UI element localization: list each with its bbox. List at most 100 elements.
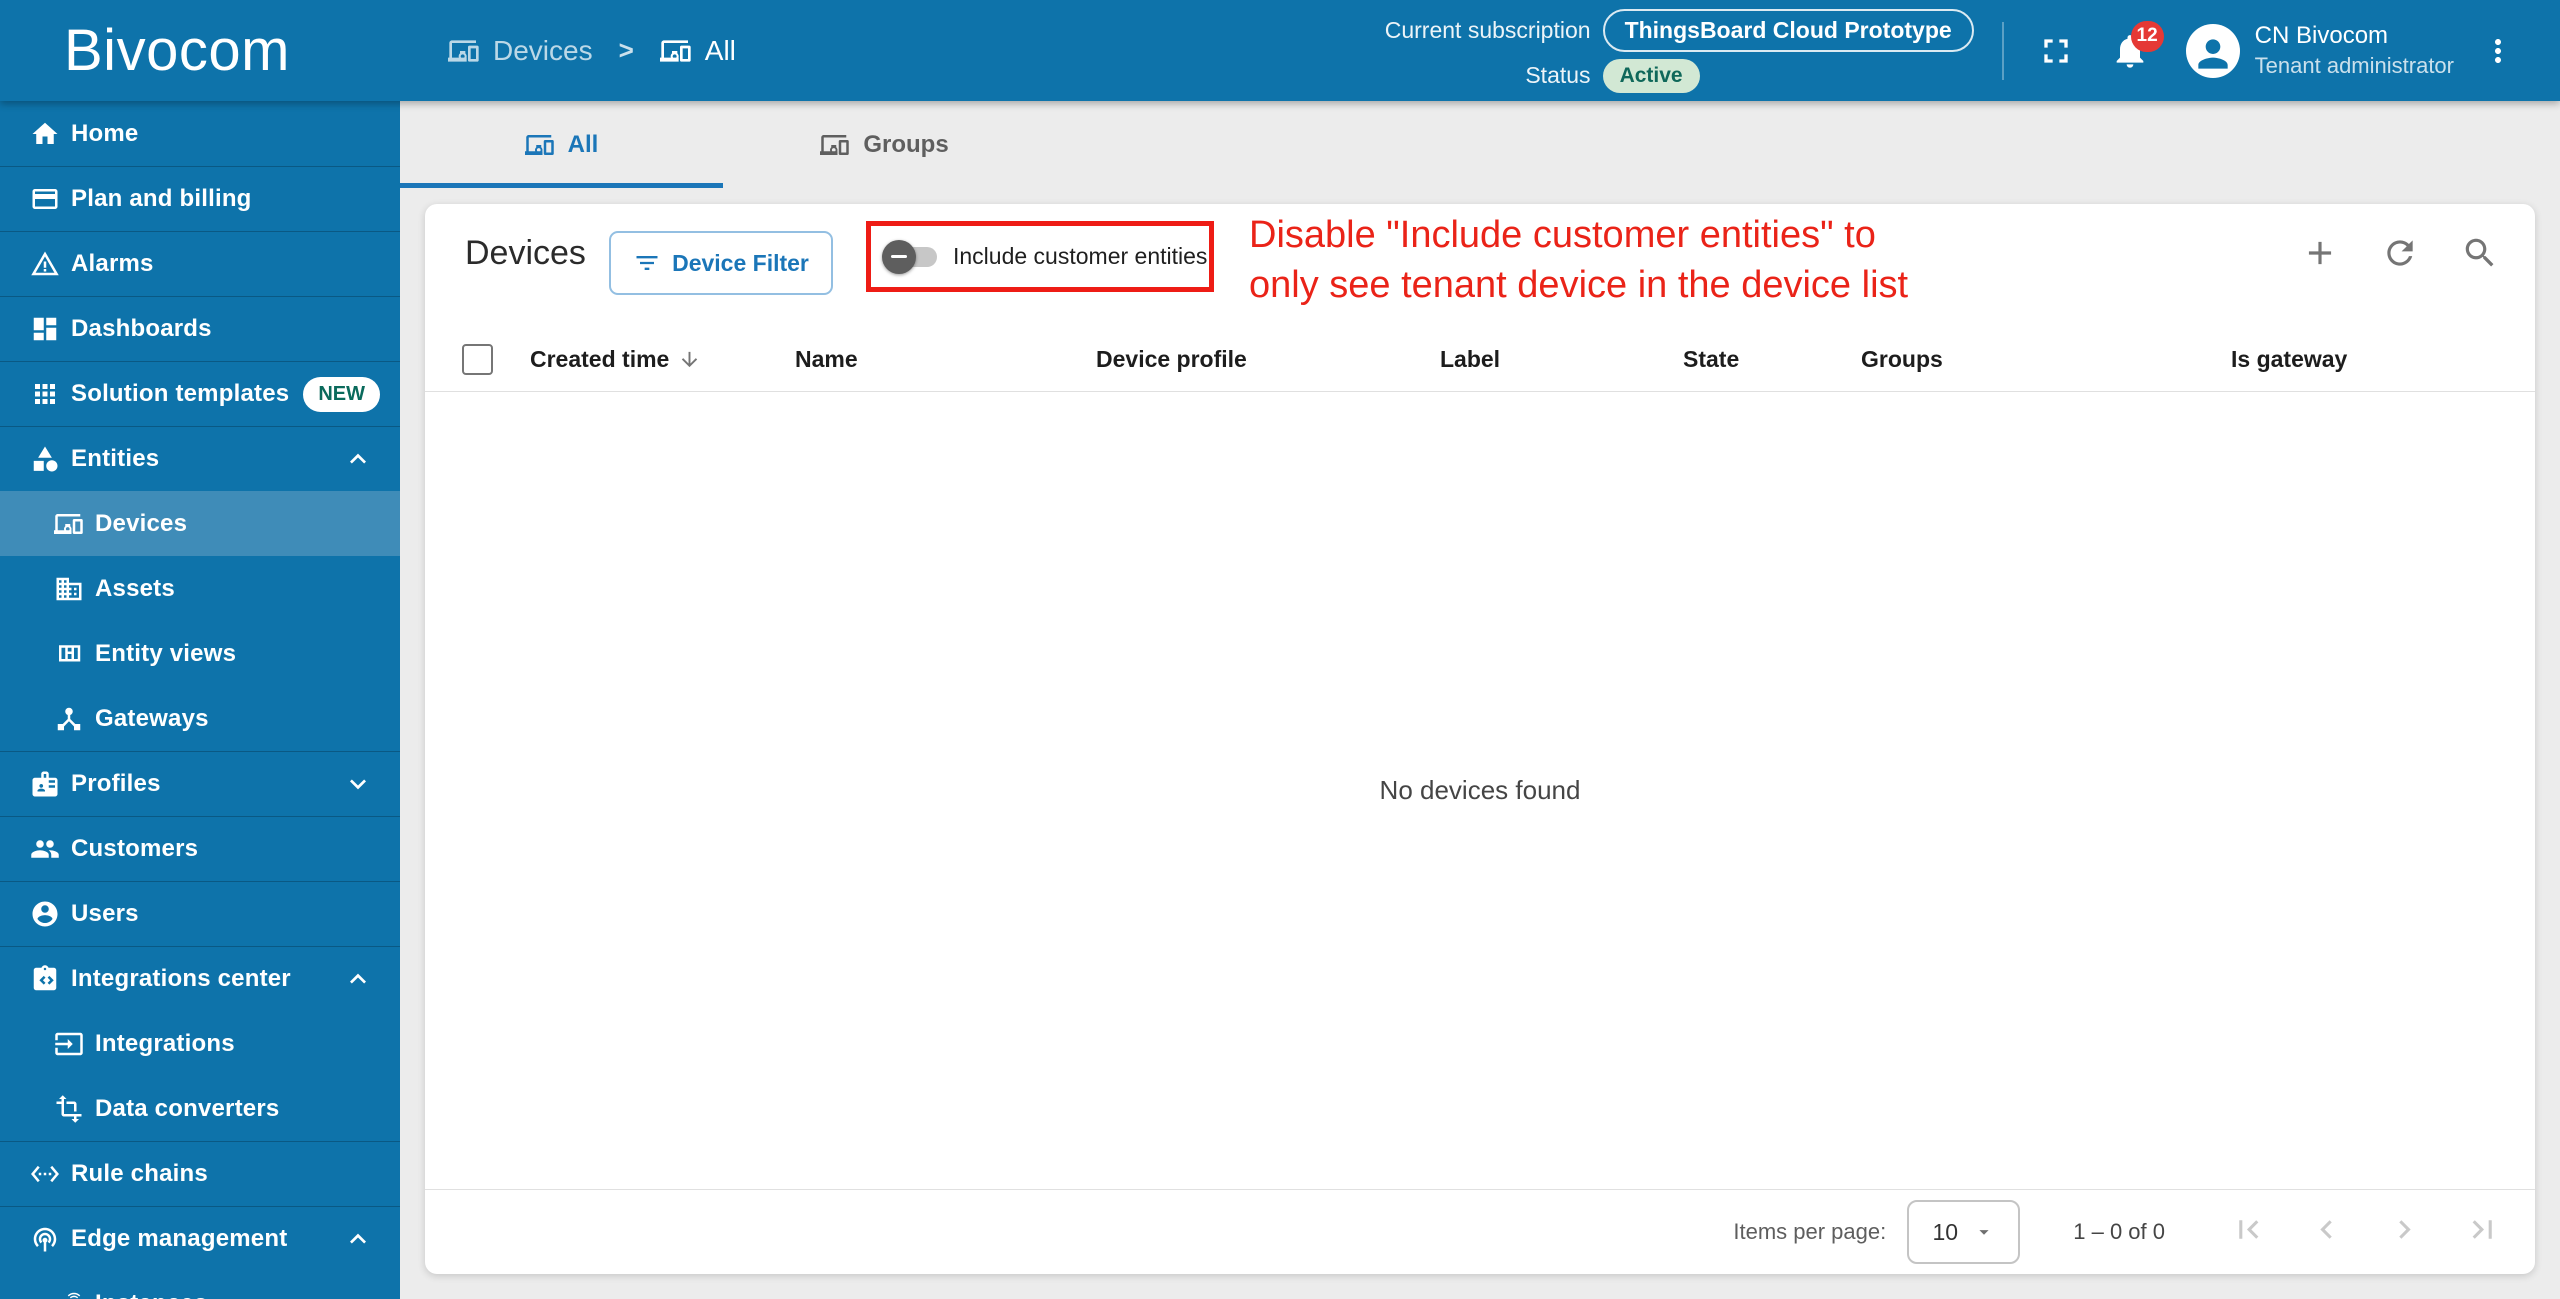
devices-icon (54, 509, 84, 539)
sidebar-item-alarms[interactable]: Alarms (0, 231, 400, 296)
apps-icon (30, 379, 60, 409)
include-customer-entities-toggle[interactable] (882, 239, 940, 274)
chevron-up-icon (342, 443, 374, 475)
breadcrumb: Devices > All (448, 0, 736, 101)
transform-icon (54, 1094, 84, 1124)
sidebar-item-integrations-center[interactable]: Integrations center (0, 946, 400, 1011)
user-menu-button[interactable] (2480, 33, 2516, 69)
sidebar-item-rule-chains[interactable]: Rule chains (0, 1141, 400, 1206)
sidebar-item-integrations[interactable]: Integrations (0, 1011, 400, 1076)
sidebar-item-assets[interactable]: Assets (0, 556, 400, 621)
sidebar-item-label: Devices (95, 509, 188, 537)
column-header-created-time[interactable]: Created time (530, 327, 701, 392)
sidebar-item-data-converters[interactable]: Data converters (0, 1076, 400, 1141)
sidebar-item-edge-management[interactable]: Edge management (0, 1206, 400, 1271)
column-header-groups[interactable]: Groups (1861, 327, 1943, 392)
input-icon (54, 1029, 84, 1059)
select-all-checkbox[interactable] (462, 344, 493, 375)
add-device-button[interactable] (2301, 234, 2339, 272)
account-icon (30, 899, 60, 929)
subscription-label: Current subscription (1384, 16, 1591, 43)
sidebar-item-entities[interactable]: Entities (0, 426, 400, 491)
app-header: Bivocom Devices > All Current subscription… (0, 0, 2560, 101)
refresh-button[interactable] (2381, 234, 2419, 272)
first-page-button[interactable] (2230, 1211, 2267, 1248)
main-content: All Groups Devices Device Filter Include … (400, 101, 2560, 1299)
sidebar-item-label: Integrations (95, 1029, 235, 1057)
sidebar-item-solution-templates[interactable]: Solution templates NEW (0, 361, 400, 426)
sidebar-item-dashboards[interactable]: Dashboards (0, 296, 400, 361)
next-page-button[interactable] (2386, 1211, 2423, 1248)
sort-desc-icon (678, 348, 701, 371)
sidebar-item-label: Rule chains (71, 1160, 208, 1187)
dropdown-arrow-icon (1973, 1221, 1995, 1243)
fullscreen-button[interactable] (2036, 31, 2076, 71)
domain-icon (54, 574, 84, 604)
sidebar-item-instances[interactable]: Instances (0, 1271, 400, 1299)
quilt-icon (54, 639, 84, 669)
billing-icon (30, 184, 60, 214)
sidebar-item-users[interactable]: Users (0, 881, 400, 946)
people-icon (30, 834, 60, 864)
table-header-row: Created time Name Device profile Label State… (425, 327, 2535, 392)
sidebar-item-label: Profiles (71, 770, 161, 797)
search-button[interactable] (2461, 234, 2499, 272)
page-size-select[interactable]: 10 (1907, 1200, 2021, 1264)
last-page-button[interactable] (2464, 1211, 2501, 1248)
sidebar-item-label: Dashboards (71, 315, 212, 342)
sidebar-item-label: Instances (95, 1290, 208, 1299)
breadcrumb-item-devices[interactable]: Devices (448, 35, 593, 67)
previous-page-button[interactable] (2308, 1211, 2345, 1248)
sidebar-item-entity-views[interactable]: Entity views (0, 621, 400, 686)
column-header-device-profile[interactable]: Device profile (1096, 327, 1247, 392)
tab-bar: All Groups (400, 101, 2560, 188)
column-header-label[interactable]: Label (1440, 327, 1500, 392)
notifications-button[interactable]: 12 (2110, 20, 2164, 71)
sidebar-item-label: Edge management (71, 1225, 288, 1252)
header-divider (2001, 21, 2004, 80)
router-icon (54, 1289, 84, 1299)
column-header-is-gateway[interactable]: Is gateway (2231, 327, 2347, 392)
column-header-state[interactable]: State (1683, 327, 1739, 392)
sidebar-item-gateways[interactable]: Gateways (0, 686, 400, 751)
tab-groups[interactable]: Groups (723, 101, 1046, 188)
page-size-value: 10 (1932, 1218, 1959, 1245)
avatar[interactable] (2185, 23, 2240, 78)
sidebar-item-label: Data converters (95, 1094, 280, 1122)
sidebar-item-devices[interactable]: Devices (0, 491, 400, 556)
user-info: CN Bivocom Tenant administrator (2255, 21, 2454, 80)
sidebar-item-customers[interactable]: Customers (0, 816, 400, 881)
chevron-up-icon (342, 963, 374, 995)
sidebar-item-label: Gateways (95, 704, 209, 732)
tab-all[interactable]: All (400, 101, 723, 188)
home-icon (30, 119, 60, 149)
empty-state: No devices found (425, 392, 2535, 1189)
user-role: Tenant administrator (2254, 52, 2454, 78)
subscription-plan-badge[interactable]: ThingsBoard Cloud Prototype (1602, 8, 1974, 52)
dashboards-icon (30, 314, 60, 344)
page-title: Devices (465, 234, 586, 272)
devices-icon (448, 35, 480, 67)
sidebar-item-home[interactable]: Home (0, 101, 400, 166)
sidebar-item-label: Home (71, 119, 139, 147)
new-badge: NEW (303, 376, 380, 412)
device-filter-button[interactable]: Device Filter (609, 231, 833, 295)
tethering-icon (30, 1224, 60, 1254)
page-nav (2189, 1211, 2501, 1253)
devices-icon (820, 130, 850, 160)
column-header-name[interactable]: Name (795, 327, 858, 392)
brand-logo[interactable]: Bivocom (64, 0, 290, 101)
items-per-page-label: Items per page: (1733, 1219, 1887, 1244)
sidebar-item-profiles[interactable]: Profiles (0, 751, 400, 816)
devices-icon (659, 35, 692, 67)
status-label: Status (1525, 62, 1591, 88)
empty-state-text: No devices found (1379, 775, 1581, 805)
sidebar-item-plan-and-billing[interactable]: Plan and billing (0, 166, 400, 231)
chevron-up-icon (342, 1223, 374, 1255)
breadcrumb-separator: > (618, 35, 634, 65)
paginator: Items per page: 10 1 – 0 of 0 (425, 1189, 2535, 1274)
sidebar-item-label: Alarms (71, 250, 154, 277)
toggle-knob (882, 239, 916, 274)
ethernet-icon (30, 1159, 60, 1189)
annotation-text: Disable "Include customer entities" to o… (1249, 210, 1908, 310)
